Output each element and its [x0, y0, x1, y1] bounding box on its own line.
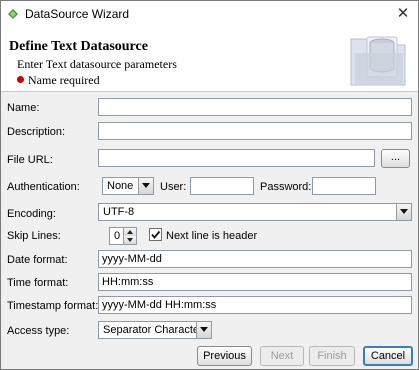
name-input[interactable] — [98, 98, 412, 116]
required-note-text: Name required — [28, 73, 100, 87]
authentication-value: None — [107, 180, 134, 192]
next-line-header-checkbox[interactable] — [149, 228, 162, 241]
page-title: Define Text Datasource — [9, 39, 148, 54]
time-format-label: Time format: — [7, 277, 69, 289]
previous-button[interactable]: Previous — [197, 346, 252, 366]
description-label: Description: — [7, 126, 66, 138]
encoding-dropdown-arrow[interactable] — [396, 204, 411, 220]
file-url-input[interactable] — [98, 149, 375, 167]
spinner-down-button[interactable] — [123, 236, 136, 244]
skip-lines-label: Skip Lines: — [7, 230, 61, 242]
chevron-down-icon — [127, 238, 133, 242]
name-label: Name: — [7, 102, 40, 114]
title-bar: DataSource Wizard ✕ — [1, 1, 418, 27]
access-type-value: Separator Character — [103, 324, 203, 336]
chevron-up-icon — [127, 230, 133, 234]
date-format-label: Date format: — [7, 254, 68, 266]
cancel-button[interactable]: Cancel — [363, 346, 413, 366]
datasource-wizard-window: DataSource Wizard ✕ Define Text Datasour… — [0, 0, 419, 370]
app-logo-icon — [8, 9, 18, 19]
next-line-header-label: Next line is header — [166, 230, 258, 242]
encoding-label: Encoding: — [7, 208, 56, 220]
page-subtitle: Enter Text datasource parameters — [17, 57, 177, 71]
skip-lines-value: 0 — [114, 230, 121, 242]
encoding-select[interactable]: UTF-8 — [98, 203, 412, 221]
next-button[interactable]: Next — [260, 346, 304, 366]
wizard-header: Define Text Datasource Enter Text dataso… — [1, 27, 418, 92]
skip-lines-spinner[interactable]: 0 — [109, 227, 137, 245]
authentication-dropdown-arrow[interactable] — [138, 178, 153, 194]
chevron-down-icon — [142, 183, 150, 188]
password-label: Password: — [260, 181, 312, 193]
user-label: User: — [160, 181, 187, 193]
close-button[interactable]: ✕ — [388, 1, 418, 27]
browse-button[interactable]: ... — [381, 149, 410, 168]
checkmark-icon — [151, 230, 161, 239]
authentication-select[interactable]: None — [102, 177, 154, 195]
timestamp-format-label: Timestamp format: — [7, 300, 99, 312]
access-type-dropdown-arrow[interactable] — [196, 322, 211, 338]
timestamp-format-input[interactable]: yyyy-MM-dd HH:mm:ss — [98, 296, 412, 314]
access-type-select[interactable]: Separator Character — [98, 321, 212, 339]
authentication-label: Authentication: — [7, 181, 80, 193]
description-input[interactable] — [98, 122, 412, 140]
required-dot-icon — [17, 76, 24, 83]
time-format-input[interactable]: HH:mm:ss — [98, 273, 412, 291]
access-type-label: Access type: — [7, 325, 70, 337]
window-title: DataSource Wizard — [25, 7, 130, 21]
user-input[interactable] — [190, 177, 254, 195]
date-format-input[interactable]: yyyy-MM-dd — [98, 250, 412, 268]
password-input[interactable] — [312, 177, 376, 195]
database-folder-icon — [350, 36, 406, 86]
required-note: Name required — [17, 73, 100, 88]
chevron-down-icon — [400, 209, 408, 214]
file-url-label: File URL: — [7, 154, 53, 166]
chevron-down-icon — [200, 327, 208, 332]
encoding-value: UTF-8 — [103, 206, 135, 218]
finish-button[interactable]: Finish — [309, 346, 355, 366]
